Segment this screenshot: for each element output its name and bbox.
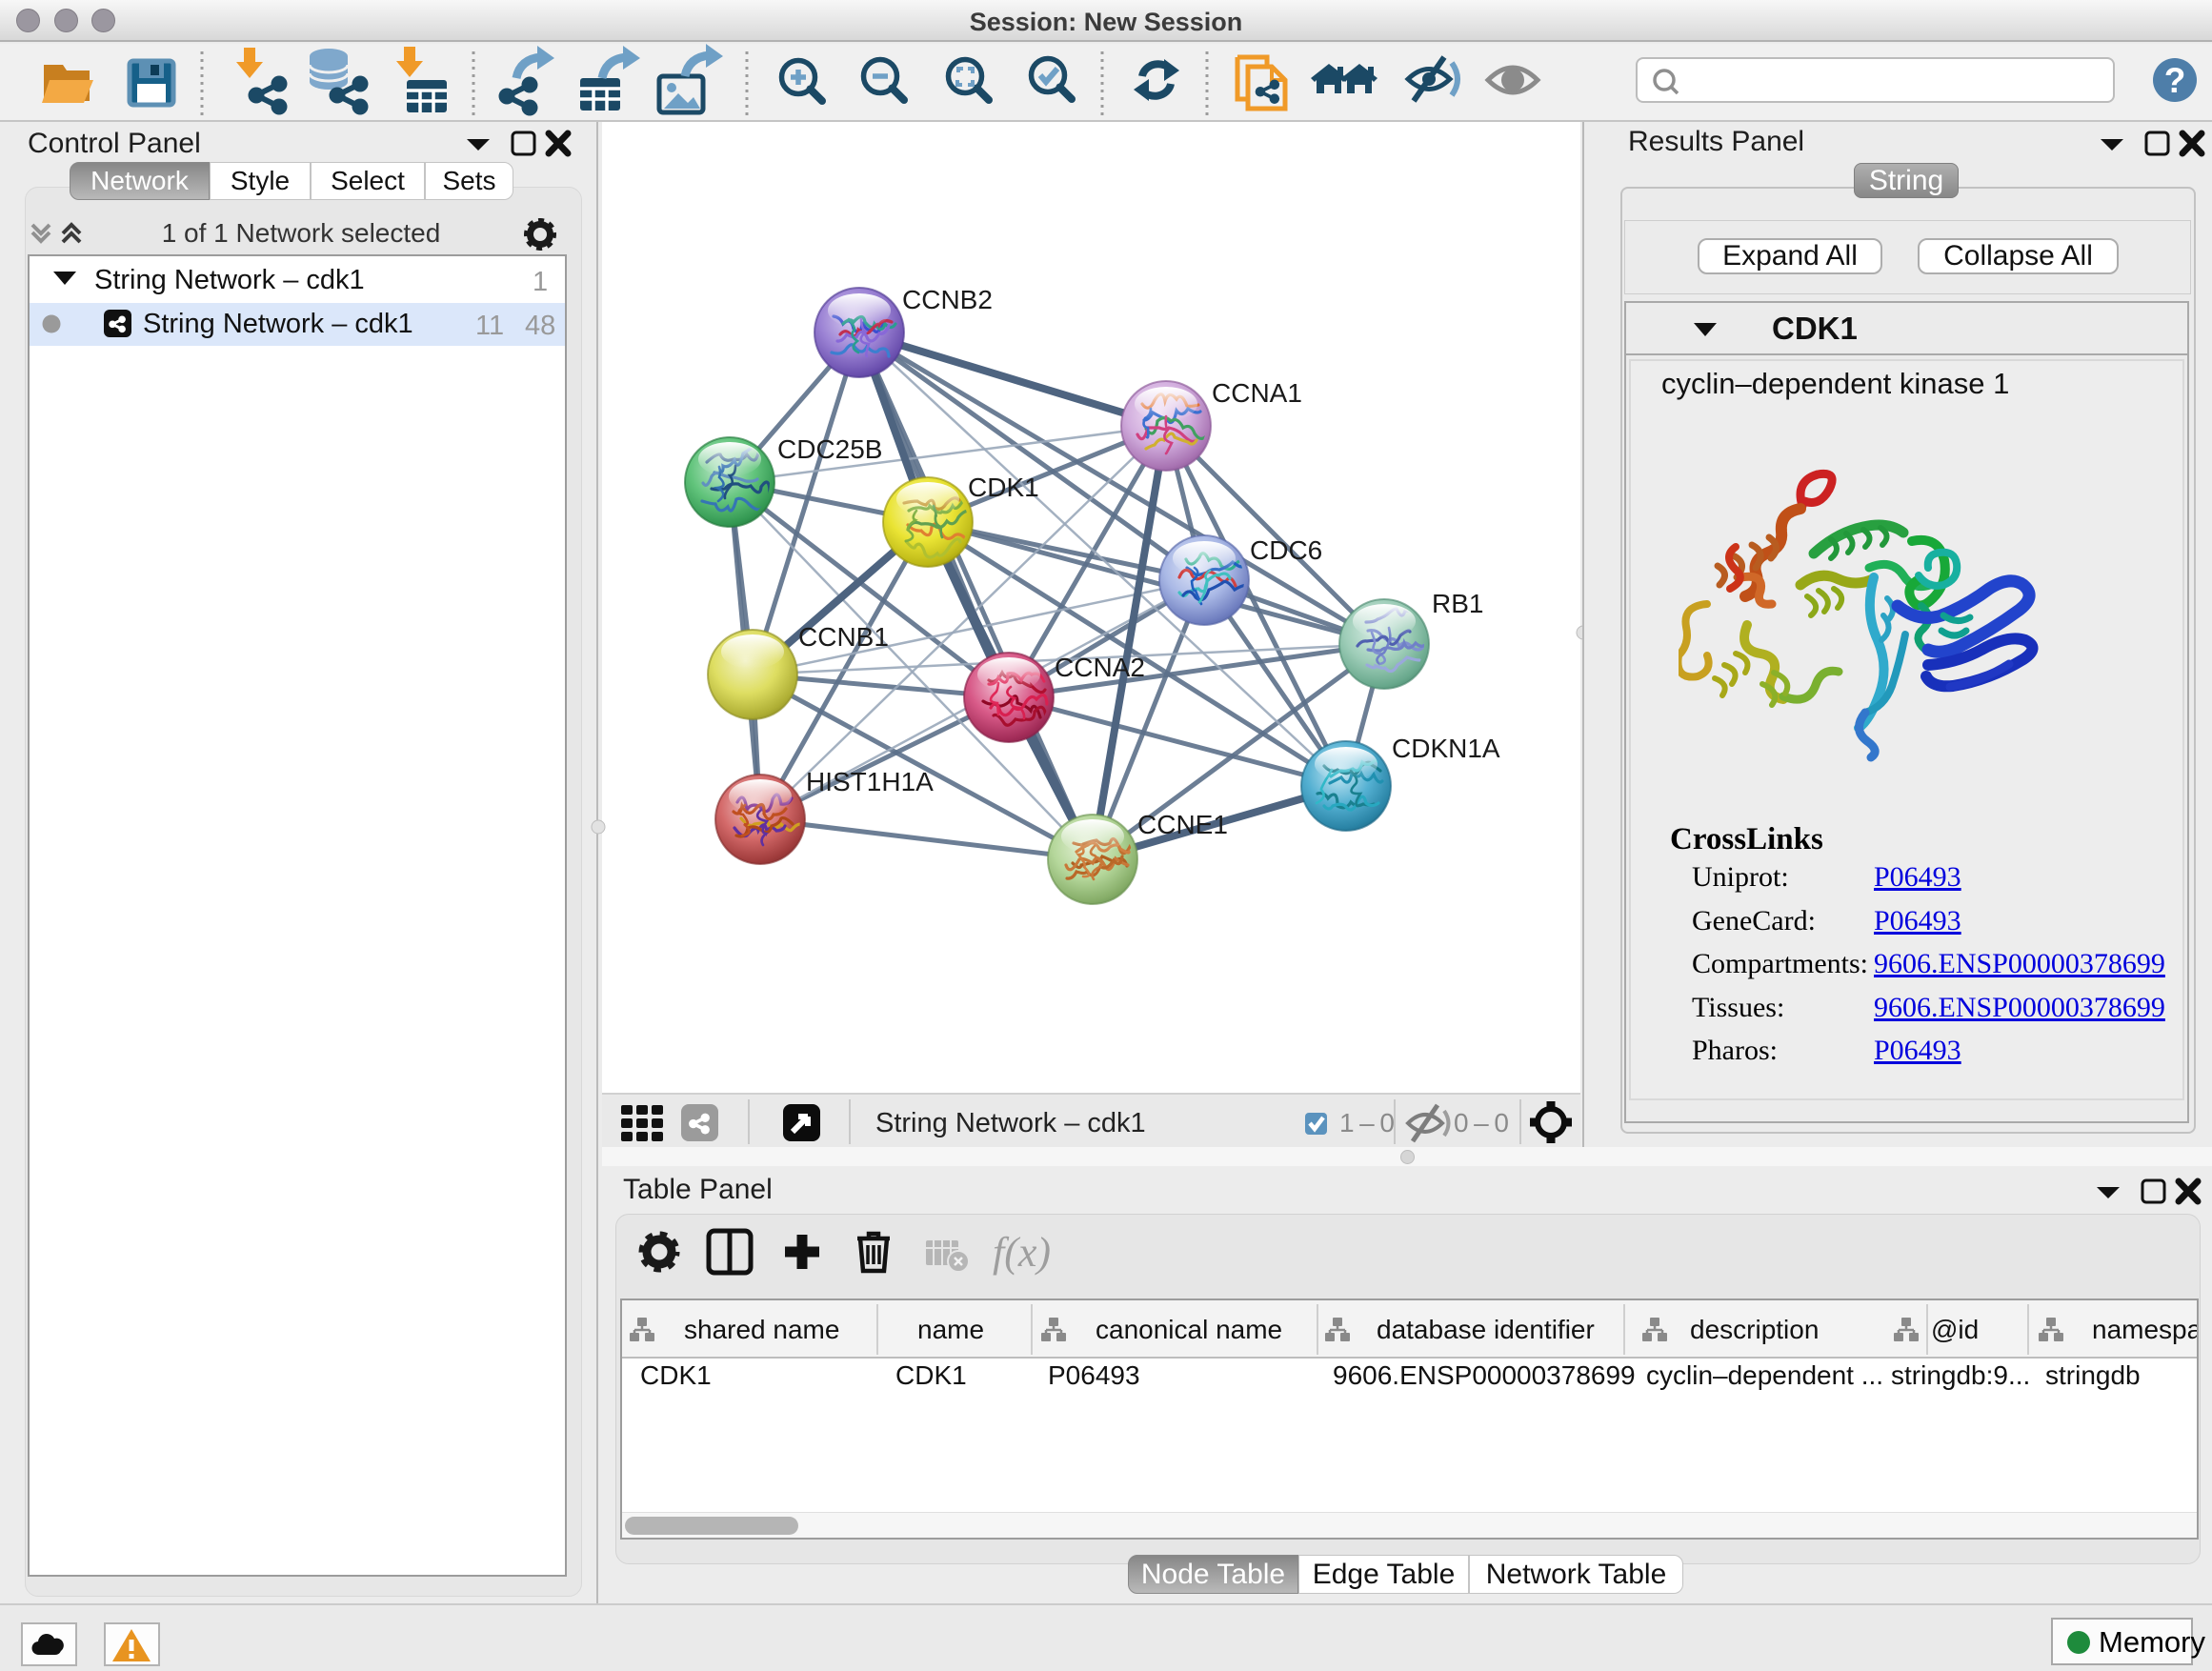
- svg-text:shared name: shared name: [684, 1315, 839, 1344]
- svg-text:CCNB2: CCNB2: [902, 285, 993, 314]
- svg-text:CCNA1: CCNA1: [1212, 378, 1302, 408]
- svg-text:String Network – cdk1: String Network – cdk1: [875, 1108, 1146, 1138]
- svg-text:name: name: [917, 1315, 984, 1344]
- svg-text:namespace: namespace: [2092, 1315, 2197, 1344]
- svg-text:0 – 0: 0 – 0: [1454, 1108, 1509, 1137]
- svg-text:canonical name: canonical name: [1096, 1315, 1282, 1344]
- svg-text:CDC6: CDC6: [1250, 535, 1322, 565]
- svg-text:@id: @id: [1931, 1315, 1979, 1344]
- svg-text:HIST1H1A: HIST1H1A: [806, 767, 934, 796]
- svg-text:?: ?: [2164, 61, 2186, 100]
- svg-text:description: description: [1690, 1315, 1819, 1344]
- svg-text:database identifier: database identifier: [1377, 1315, 1595, 1344]
- svg-text:CDK1: CDK1: [968, 473, 1039, 502]
- svg-text:f(x): f(x): [993, 1229, 1051, 1276]
- svg-text:CCNE1: CCNE1: [1137, 810, 1228, 839]
- svg-text:1 – 0: 1 – 0: [1339, 1108, 1395, 1137]
- svg-text:CCNA2: CCNA2: [1055, 653, 1145, 682]
- svg-text:CDKN1A: CDKN1A: [1392, 734, 1500, 763]
- svg-text:CDC25B: CDC25B: [777, 434, 882, 464]
- svg-text:RB1: RB1: [1432, 589, 1483, 618]
- svg-text:CCNB1: CCNB1: [798, 622, 889, 652]
